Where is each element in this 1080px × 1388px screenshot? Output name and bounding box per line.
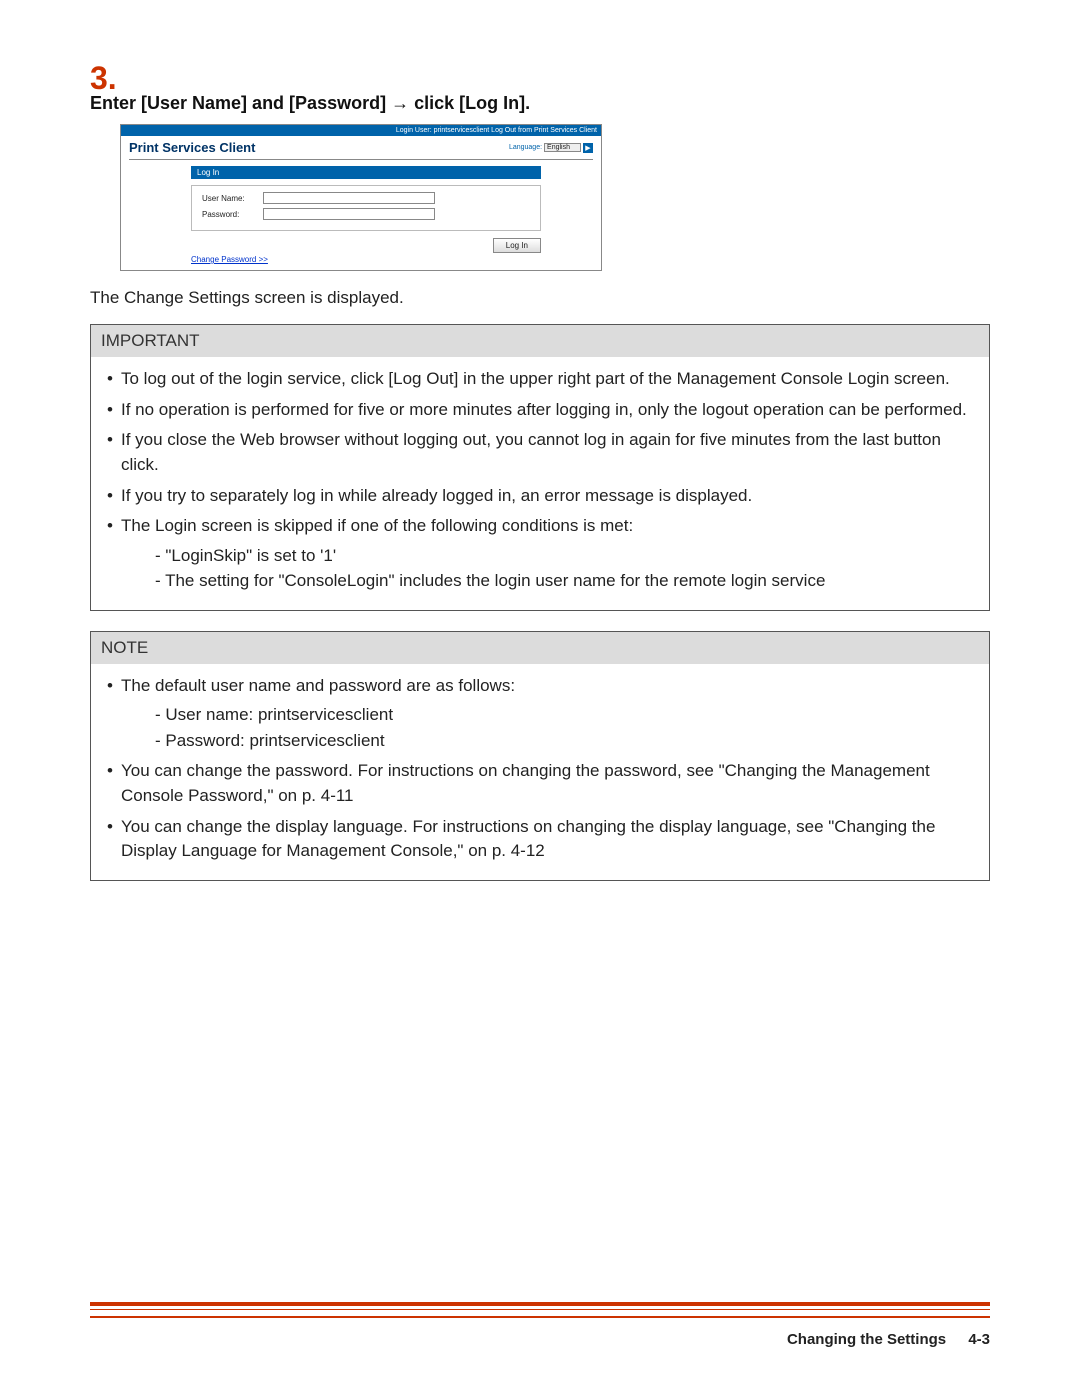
note-box: NOTE The default user name and password … xyxy=(90,631,990,881)
footer-section-label: Changing the Settings xyxy=(787,1331,946,1348)
change-password-link[interactable]: Change Password >> xyxy=(191,255,601,264)
list-item: You can change the display language. For… xyxy=(105,815,975,864)
lang-go-button[interactable]: ▶ xyxy=(583,143,593,153)
list-item: The default user name and password are a… xyxy=(105,674,975,754)
note-list: The default user name and password are a… xyxy=(105,674,975,864)
password-input[interactable] xyxy=(263,208,435,220)
screenshot-login-form: User Name: Password: xyxy=(191,185,541,231)
result-text: The Change Settings screen is displayed. xyxy=(90,287,990,310)
list-item: If you try to separately log in while al… xyxy=(105,484,975,509)
step-number: 3. xyxy=(90,60,990,97)
username-input[interactable] xyxy=(263,192,435,204)
password-label: Password: xyxy=(202,210,257,219)
screenshot-topbar: Login User: printservicesclient Log Out … xyxy=(121,125,601,136)
important-heading: IMPORTANT xyxy=(91,325,989,357)
note-heading: NOTE xyxy=(91,632,989,664)
step-title: Enter [User Name] and [Password] → click… xyxy=(90,93,990,114)
footer-page-number: 4-3 xyxy=(968,1331,990,1348)
login-screenshot: Login User: printservicesclient Log Out … xyxy=(120,124,602,271)
footer-rule xyxy=(90,1302,990,1318)
important-box: IMPORTANT To log out of the login servic… xyxy=(90,324,990,611)
lang-select[interactable]: English xyxy=(544,143,581,152)
important-list: To log out of the login service, click [… xyxy=(105,367,975,594)
sub-item: The setting for "ConsoleLogin" includes … xyxy=(121,568,975,594)
list-item: To log out of the login service, click [… xyxy=(105,367,975,392)
screenshot-app-title: Print Services Client xyxy=(129,140,255,155)
sub-item: Password: printservicesclient xyxy=(121,728,975,754)
footer: Changing the Settings 4-3 xyxy=(787,1331,990,1348)
screenshot-login-bar: Log In xyxy=(191,166,541,179)
list-item: You can change the password. For instruc… xyxy=(105,759,975,808)
lang-label: Language: xyxy=(509,144,542,151)
screenshot-language-picker: Language: English ▶ xyxy=(509,143,593,153)
sub-item: "LoginSkip" is set to '1' xyxy=(121,543,975,569)
list-item: If you close the Web browser without log… xyxy=(105,428,975,477)
list-item: The Login screen is skipped if one of th… xyxy=(105,514,975,594)
login-button[interactable]: Log In xyxy=(493,238,541,253)
list-item: If no operation is performed for five or… xyxy=(105,398,975,423)
sub-item: User name: printservicesclient xyxy=(121,702,975,728)
username-label: User Name: xyxy=(202,194,257,203)
